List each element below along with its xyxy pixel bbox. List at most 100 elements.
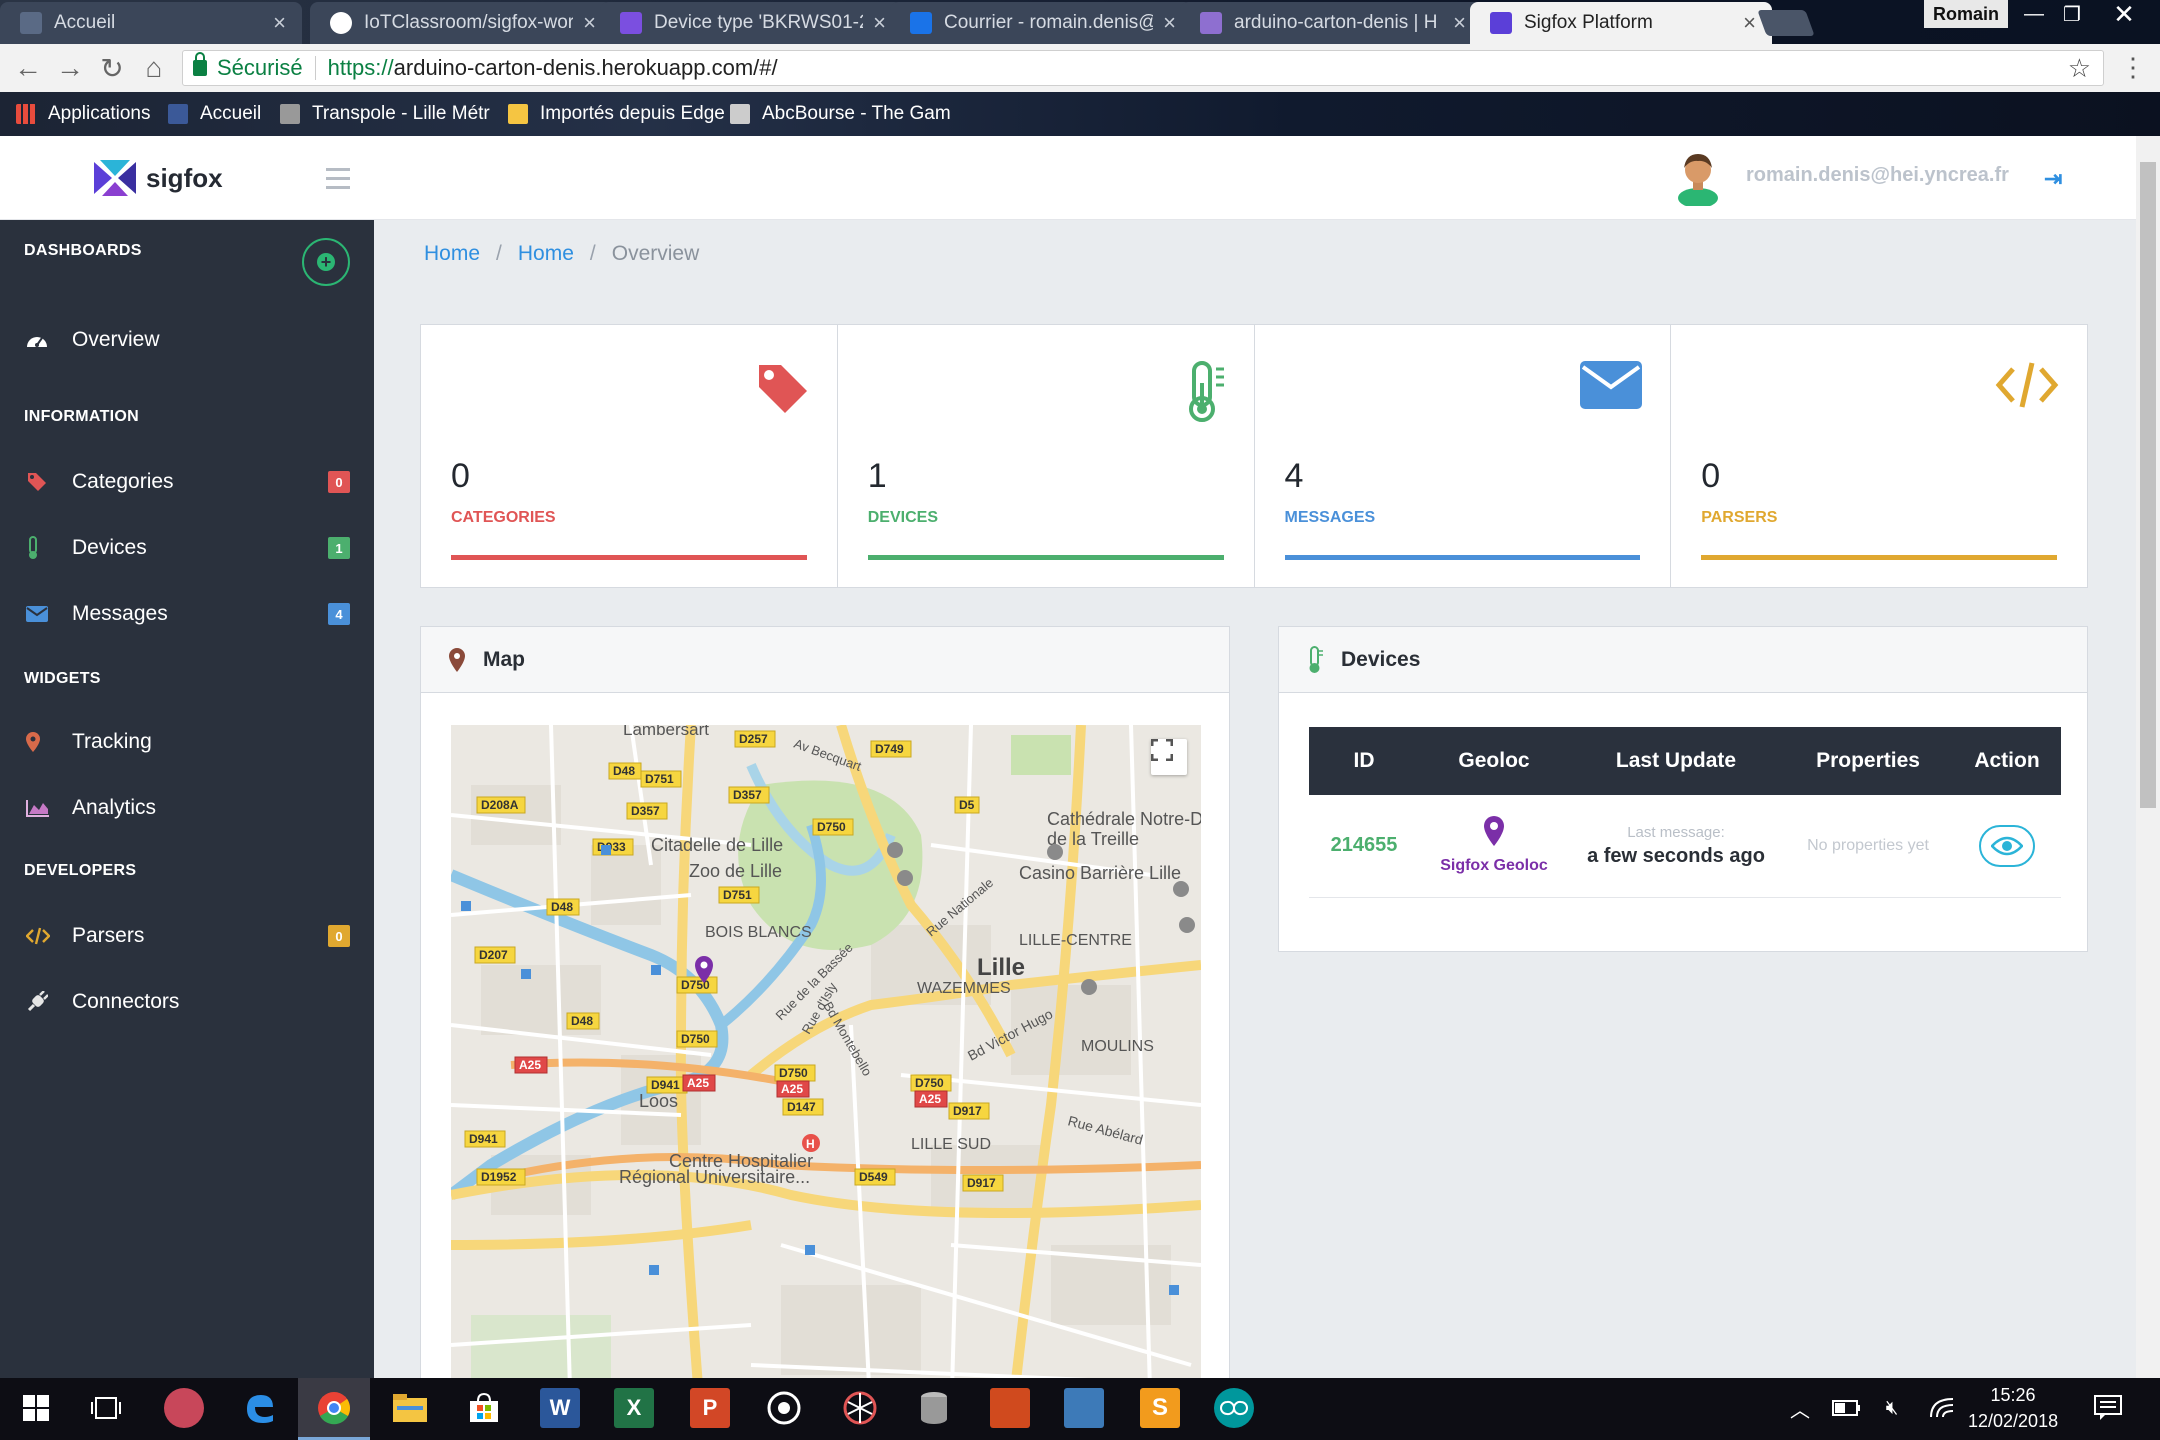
sidebar-item-parsers[interactable]: Parsers 0 (0, 910, 374, 962)
browser-tab-github[interactable]: IoTClassroom/sigfox-wor × (310, 2, 612, 44)
road-shield-label: D917 (953, 1104, 982, 1118)
transpole-icon (280, 104, 300, 124)
sidebar-item-overview[interactable]: Overview (0, 314, 374, 366)
avatar[interactable] (1676, 150, 1720, 206)
geoloc-label[interactable]: Sigfox Geoloc (1419, 857, 1569, 875)
page-scrollbar[interactable] (2136, 136, 2160, 1378)
col-header-last-update[interactable]: Last Update (1569, 727, 1783, 795)
app-icon-blue[interactable] (1064, 1388, 1104, 1428)
parsers-bar (1701, 555, 2057, 560)
sidebar-toggle-icon[interactable] (326, 168, 350, 195)
close-tab-icon[interactable]: × (873, 10, 886, 36)
devices-table: ID Geoloc Last Update Properties Action … (1309, 727, 2061, 898)
close-tab-icon[interactable]: × (273, 10, 286, 36)
devices-count: 1 (867, 457, 887, 495)
col-header-properties[interactable]: Properties (1783, 727, 1953, 795)
browser-menu-icon[interactable]: ⋮ (2120, 52, 2146, 83)
arduino-icon[interactable] (1214, 1388, 1254, 1428)
sidebar-item-tracking[interactable]: Tracking (0, 716, 374, 768)
close-tab-icon[interactable]: × (583, 10, 596, 36)
task-view-icon[interactable] (86, 1388, 126, 1428)
browser-tab-heroku[interactable]: arduino-carton-denis | H × (1180, 2, 1482, 44)
store-icon[interactable] (464, 1388, 504, 1428)
browser-tab-accueil[interactable]: Accueil × (0, 2, 302, 44)
device-id[interactable]: 214655 (1331, 834, 1398, 856)
fullscreen-icon (1151, 739, 1173, 761)
road-shield-label: D941 (651, 1078, 680, 1092)
bookmark-edge-folder[interactable]: Importés depuis Edge (508, 92, 725, 136)
bookmark-abcbourse[interactable]: AbcBourse - The Gam (730, 92, 951, 136)
user-email[interactable]: romain.denis@hei.yncrea.fr (1746, 164, 2009, 187)
stat-card-devices[interactable]: 1 DEVICES (838, 325, 1255, 587)
table-row[interactable]: 214655 Sigfox Geoloc Last message: a few… (1309, 795, 2061, 898)
app-icon-network[interactable] (840, 1388, 880, 1428)
breadcrumb-home-link[interactable]: Home (424, 242, 480, 266)
volume-muted-icon[interactable]: 🔇︎ (1872, 1388, 1912, 1428)
battery-icon[interactable] (1826, 1388, 1866, 1428)
minimize-icon[interactable]: — (2016, 0, 2052, 28)
close-window-icon[interactable]: ✕ (2094, 0, 2154, 29)
secure-indicator[interactable]: Sécurisé (183, 52, 303, 81)
sidebar-header-information: INFORMATION (24, 408, 139, 425)
sidebar-item-devices[interactable]: Devices 1 (0, 522, 374, 574)
word-icon[interactable]: W (540, 1388, 580, 1428)
app-icon-paint[interactable] (164, 1388, 204, 1428)
facebook-icon (168, 104, 188, 124)
col-header-geoloc[interactable]: Geoloc (1419, 727, 1569, 795)
forward-icon[interactable]: → (50, 48, 90, 88)
browser-tab-device-type[interactable]: Device type 'BKRWS01-2 × (600, 2, 902, 44)
sublime-text-icon[interactable]: S (1140, 1388, 1180, 1428)
app-icon-circle[interactable] (764, 1388, 804, 1428)
reload-icon[interactable]: ↻ (92, 48, 132, 88)
bookmark-applications[interactable]: Applications (16, 92, 150, 136)
breadcrumb-home-link[interactable]: Home (518, 242, 574, 266)
col-header-action[interactable]: Action (1953, 727, 2061, 795)
bookmark-star-icon[interactable]: ☆ (2068, 53, 2091, 84)
back-icon[interactable]: ← (8, 48, 48, 88)
map-view[interactable]: Lambersart Citadelle de Lille Zoo de Lil… (451, 725, 1201, 1378)
stat-card-messages[interactable]: 4 MESSAGES (1255, 325, 1672, 587)
sigfox-logo[interactable]: sigfox (92, 158, 223, 198)
window-user-button[interactable]: Romain (1924, 0, 2008, 28)
wifi-icon[interactable] (1922, 1388, 1962, 1428)
excel-icon[interactable]: X (614, 1388, 654, 1428)
sidebar-item-connectors[interactable]: Connectors (0, 976, 374, 1028)
scrollbar-thumb[interactable] (2140, 162, 2156, 808)
map-fullscreen-button[interactable] (1151, 739, 1187, 775)
app-icon-database[interactable] (914, 1388, 954, 1428)
bookmark-transpole[interactable]: Transpole - Lille Métr (280, 92, 490, 136)
bookmark-accueil[interactable]: Accueil (168, 92, 261, 136)
sign-out-icon[interactable]: ⇥ (2044, 166, 2062, 192)
taskbar-clock[interactable]: 15:26 12/02/2018 (1968, 1382, 2058, 1434)
messages-count-badge: 4 (328, 603, 350, 625)
stat-card-categories[interactable]: 0 CATEGORIES (421, 325, 838, 587)
file-explorer-icon[interactable] (390, 1388, 430, 1428)
close-tab-icon[interactable]: × (1453, 10, 1466, 36)
close-tab-icon[interactable]: × (1743, 10, 1756, 36)
restore-icon[interactable]: ❐ (2054, 0, 2090, 28)
sidebar-item-messages[interactable]: Messages 4 (0, 588, 374, 640)
sidebar-item-analytics[interactable]: Analytics (0, 782, 374, 834)
stat-card-parsers[interactable]: 0 PARSERS (1671, 325, 2087, 587)
map-label-citadelle: Citadelle de Lille (651, 835, 783, 855)
url-bar[interactable]: Sécurisé https:// arduino-carton-denis.h… (182, 50, 2104, 86)
edge-icon[interactable] (240, 1388, 280, 1428)
show-hidden-icons-icon[interactable]: ︿ (1780, 1388, 1820, 1428)
home-icon[interactable]: ⌂ (134, 48, 174, 88)
new-tab-button[interactable] (1757, 10, 1815, 36)
road-shield-label: D750 (817, 820, 846, 834)
close-tab-icon[interactable]: × (1163, 10, 1176, 36)
browser-tab-courrier[interactable]: Courrier - romain.denis@ × (890, 2, 1192, 44)
view-device-button[interactable] (1979, 824, 2035, 867)
sidebar-item-categories[interactable]: Categories 0 (0, 456, 374, 508)
chrome-icon[interactable] (314, 1388, 354, 1428)
clock-time: 15:26 (1990, 1385, 2036, 1405)
app-icon-orange[interactable] (990, 1388, 1030, 1428)
breadcrumb: Home / Home / Overview (424, 242, 700, 266)
col-header-id[interactable]: ID (1309, 727, 1419, 795)
powerpoint-icon[interactable]: P (690, 1388, 730, 1428)
notifications-icon[interactable] (2088, 1388, 2128, 1428)
windows-start-icon[interactable] (16, 1388, 56, 1428)
browser-tab-sigfox-platform[interactable]: Sigfox Platform × (1470, 2, 1772, 44)
add-dashboard-button[interactable]: + (302, 238, 350, 286)
